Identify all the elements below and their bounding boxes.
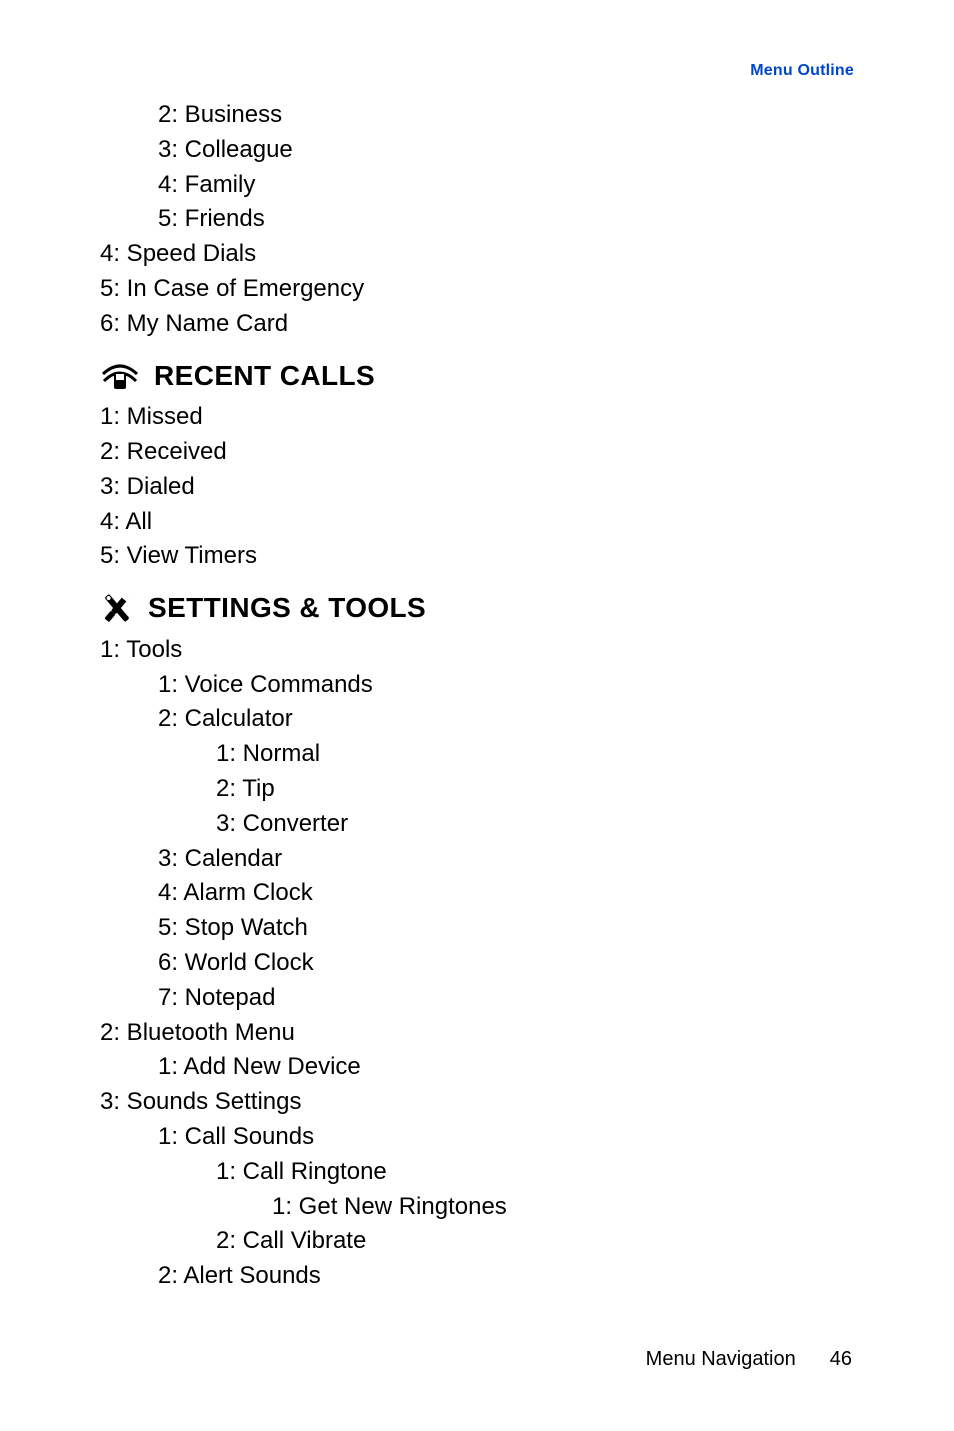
outline-item: 1: Call Ringtone xyxy=(216,1155,854,1190)
outline-item: 2: Received xyxy=(100,435,854,470)
settings-tools-icon xyxy=(100,591,134,625)
page-footer: Menu Navigation 46 xyxy=(646,1348,852,1371)
outline-item: 2: Calculator xyxy=(158,702,854,737)
footer-section-name: Menu Navigation xyxy=(646,1348,796,1371)
section-heading: RECENT CALLS xyxy=(100,356,854,397)
outline-item: 1: Normal xyxy=(216,737,854,772)
outline-item: 3: Dialed xyxy=(100,470,854,505)
outline-list: 2: Business3: Colleague4: Family5: Frien… xyxy=(100,98,854,1294)
section-title: RECENT CALLS xyxy=(154,356,375,397)
running-header: Menu Outline xyxy=(100,62,854,80)
recent-calls-icon xyxy=(100,361,140,391)
outline-item: 5: Friends xyxy=(158,202,854,237)
outline-item: 1: Add New Device xyxy=(158,1050,854,1085)
footer-page-number: 46 xyxy=(830,1348,852,1371)
outline-item: 2: Alert Sounds xyxy=(158,1259,854,1294)
outline-item: 3: Calendar xyxy=(158,842,854,877)
outline-item: 4: Alarm Clock xyxy=(158,876,854,911)
outline-item: 5: View Timers xyxy=(100,539,854,574)
outline-item: 5: Stop Watch xyxy=(158,911,854,946)
outline-item: 1: Voice Commands xyxy=(158,668,854,703)
outline-item: 2: Business xyxy=(158,98,854,133)
outline-item: 1: Missed xyxy=(100,400,854,435)
outline-item: 5: In Case of Emergency xyxy=(100,272,854,307)
outline-item: 1: Tools xyxy=(100,633,854,668)
outline-item: 2: Tip xyxy=(216,772,854,807)
outline-item: 4: Speed Dials xyxy=(100,237,854,272)
outline-item: 2: Bluetooth Menu xyxy=(100,1016,854,1051)
outline-item: 6: World Clock xyxy=(158,946,854,981)
outline-item: 3: Colleague xyxy=(158,133,854,168)
outline-item: 2: Call Vibrate xyxy=(216,1224,854,1259)
section-heading: SETTINGS & TOOLS xyxy=(100,588,854,629)
outline-item: 4: Family xyxy=(158,168,854,203)
outline-item: 6: My Name Card xyxy=(100,307,854,342)
outline-item: 3: Sounds Settings xyxy=(100,1085,854,1120)
outline-item: 3: Converter xyxy=(216,807,854,842)
page-root: Menu Outline 2: Business3: Colleague4: F… xyxy=(0,0,954,1431)
section-title: SETTINGS & TOOLS xyxy=(148,588,426,629)
outline-item: 7: Notepad xyxy=(158,981,854,1016)
outline-item: 1: Call Sounds xyxy=(158,1120,854,1155)
outline-item: 1: Get New Ringtones xyxy=(272,1190,854,1225)
outline-item: 4: All xyxy=(100,505,854,540)
